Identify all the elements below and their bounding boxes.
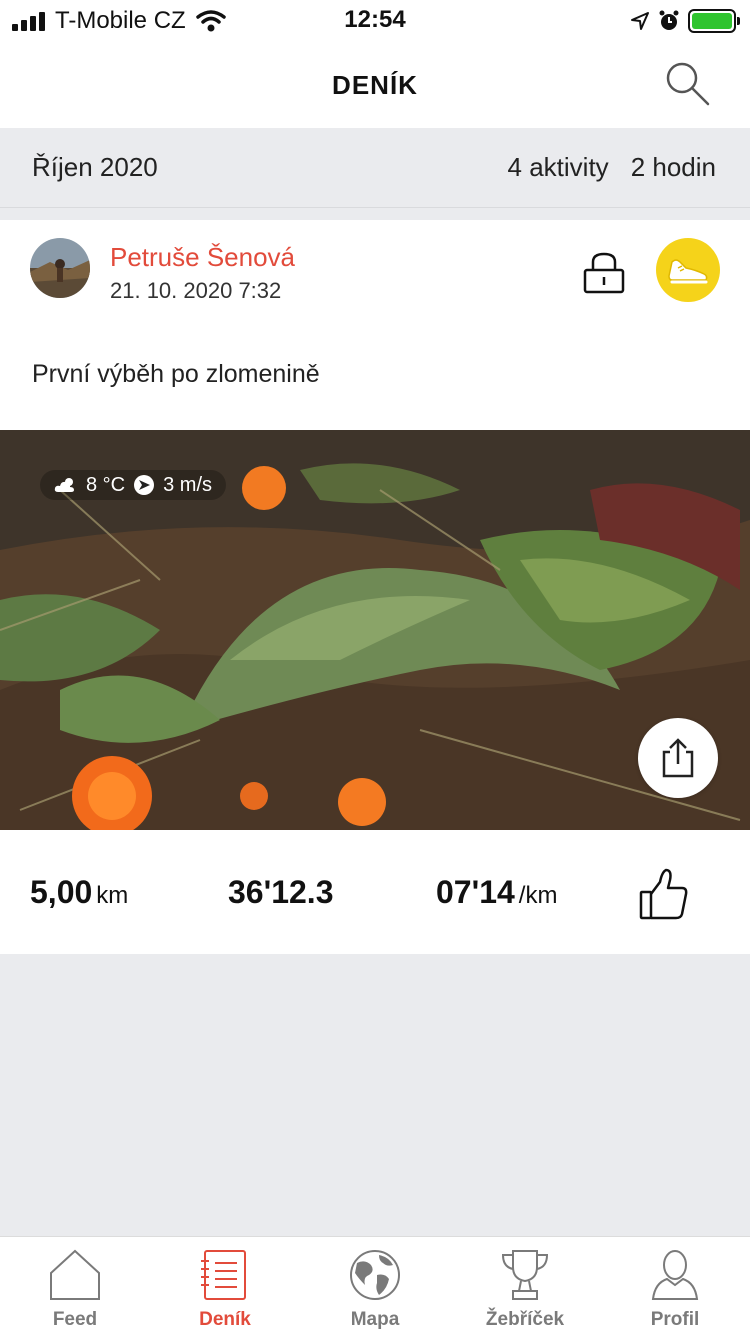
battery-icon [688, 9, 740, 33]
alarm-icon [659, 10, 679, 30]
tab-label: Profil [650, 1309, 700, 1330]
tab-denik[interactable]: Deník [150, 1237, 300, 1334]
wind-speed: 3 m/s [163, 473, 213, 496]
pace-stat: 07'14/km [436, 874, 557, 911]
thumbs-up-icon [639, 868, 688, 920]
total-hours: 2 hodin [630, 152, 716, 182]
page-title: DENÍK [332, 70, 418, 100]
diary-icon [201, 1250, 246, 1300]
home-icon [50, 1249, 100, 1300]
cloud-sun-icon [54, 478, 74, 492]
activity-photo[interactable]: 8 °C 3 m/s [0, 430, 750, 830]
duration-value: 36'12.3 [228, 874, 334, 910]
lock-icon [583, 252, 625, 294]
pace-value: 07'14 [436, 874, 515, 910]
wind-direction-icon [134, 475, 155, 495]
share-button[interactable] [638, 718, 718, 798]
running-shoe-icon [668, 259, 708, 284]
tab-bar: Feed Deník Mapa Žebříček Profil [0, 1236, 750, 1334]
trophy-icon [501, 1250, 549, 1300]
activity-description: První výběh po zlomenině [32, 360, 320, 388]
activity-date: 21. 10. 2020 7:32 [110, 278, 282, 303]
tab-label: Mapa [350, 1309, 400, 1330]
search-button[interactable] [662, 58, 714, 110]
tab-mapa[interactable]: Mapa [300, 1237, 450, 1334]
activity-card[interactable]: Petruše Šenová 21. 10. 2020 7:32 První v… [0, 220, 750, 954]
tab-profil[interactable]: Profil [600, 1237, 750, 1334]
month-label: Říjen 2020 [32, 152, 158, 182]
pace-unit: /km [518, 882, 558, 909]
header: DENÍK [0, 42, 750, 128]
search-icon [666, 62, 710, 106]
temperature: 8 °C [86, 473, 126, 496]
distance-value: 5,00 [30, 874, 93, 910]
activity-stats: 5,00 km 36'12.3 07'14/km [0, 830, 750, 954]
tab-label: Žebříček [485, 1309, 565, 1330]
duration-stat: 36'12.3 [228, 874, 333, 911]
tab-label: Deník [199, 1309, 251, 1330]
tab-feed[interactable]: Feed [0, 1237, 150, 1334]
month-summary-bar: Říjen 2020 4 aktivity 2 hodin [0, 128, 750, 208]
like-button[interactable] [638, 866, 690, 922]
privacy-lock-button[interactable] [582, 252, 626, 294]
share-icon [662, 738, 694, 778]
author-name[interactable]: Petruše Šenová [110, 242, 295, 273]
tab-label: Feed [52, 1309, 98, 1330]
distance-stat: 5,00 km [30, 874, 128, 911]
status-bar: T-Mobile CZ 12:54 [0, 0, 750, 42]
tab-zebricek[interactable]: Žebříček [450, 1237, 600, 1334]
weather-info: 8 °C 3 m/s [40, 470, 227, 500]
globe-icon [350, 1250, 400, 1300]
location-arrow-icon [631, 12, 649, 30]
avatar[interactable] [30, 238, 90, 298]
distance-unit: km [96, 882, 129, 909]
sport-type-badge [656, 238, 720, 302]
activity-count: 4 aktivity [507, 152, 609, 182]
profile-icon [651, 1250, 699, 1300]
